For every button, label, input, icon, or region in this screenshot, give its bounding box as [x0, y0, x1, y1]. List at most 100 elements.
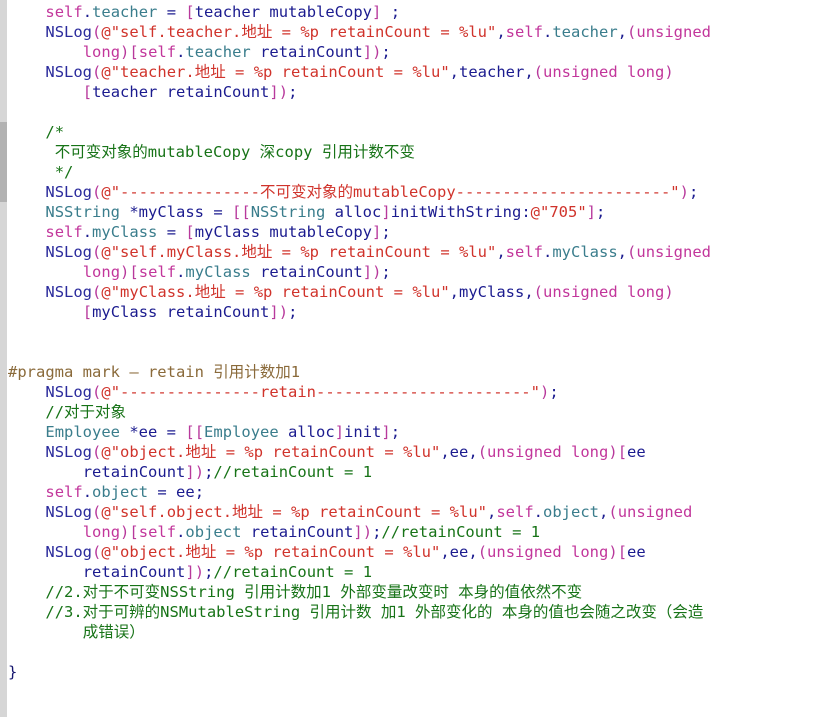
code-token-plain: retainCount — [82, 563, 186, 581]
code-token-punct: [ — [129, 263, 139, 281]
code-token-plain: init — [344, 423, 382, 441]
code-token-punct: [ — [82, 303, 93, 321]
code-token-fn: NSLog — [45, 243, 93, 261]
code-line[interactable]: Employee *ee = [[Employee alloc]init]; — [0, 422, 837, 442]
code-line[interactable]: long)[self.teacher retainCount]); — [0, 42, 837, 62]
code-token-plain: , — [468, 443, 478, 461]
code-line[interactable]: /* — [0, 122, 837, 142]
code-token-kw: self — [45, 483, 83, 501]
code-line[interactable]: [teacher retainCount]); — [0, 82, 837, 102]
code-token-plain: alloc — [325, 203, 382, 221]
code-token-plain: ; — [390, 423, 401, 441]
code-line[interactable]: NSLog(@"---------------retain-----------… — [0, 382, 837, 402]
code-line[interactable]: long)[self.object retainCount]);//retain… — [0, 522, 837, 542]
code-line[interactable]: retainCount]);//retainCount = 1 — [0, 562, 837, 582]
code-token-plain: . — [176, 523, 186, 541]
code-token-punct: ) — [679, 183, 689, 201]
code-token-type: myClass — [552, 243, 618, 261]
code-editor[interactable]: self.teacher = [teacher mutableCopy] ; NS… — [0, 0, 837, 717]
code-token-plain: teacher — [194, 3, 261, 21]
code-token-cmt: 成错误） — [82, 623, 145, 641]
code-line[interactable]: } — [0, 662, 837, 682]
code-line[interactable]: //2.对于不可变NSString 引用计数加1 外部变量改变时 本身的值依然不… — [0, 582, 837, 602]
code-token-pre: #pragma mark – retain 引用计数加1 — [8, 363, 301, 381]
code-token-plain: retainCount — [82, 463, 186, 481]
code-line[interactable]: 不可变对象的mutableCopy 深copy 引用计数不变 — [0, 142, 837, 162]
code-text-area[interactable]: self.teacher = [teacher mutableCopy] ; NS… — [0, 0, 837, 717]
code-line[interactable]: NSLog(@"object.地址 = %p retainCount = %lu… — [0, 542, 837, 562]
code-token-cmt: //3.对于可辨的NSMutableString 引用计数 加1 外部变化的 本… — [45, 603, 704, 621]
code-line[interactable]: long)[self.myClass retainCount]); — [0, 262, 837, 282]
code-token-str: @"---------------retain-----------------… — [101, 383, 540, 401]
code-line[interactable]: //对于对象 — [0, 402, 837, 422]
code-line[interactable] — [0, 322, 837, 342]
code-line[interactable]: NSLog(@"---------------不可变对象的mutableCopy… — [0, 182, 837, 202]
code-token-plain: , — [440, 443, 450, 461]
code-token-plain: , — [496, 243, 506, 261]
code-token-str: @"705" — [530, 203, 587, 221]
code-line[interactable]: self.object = ee; — [0, 482, 837, 502]
code-line[interactable]: //3.对于可辨的NSMutableString 引用计数 加1 外部变化的 本… — [0, 602, 837, 622]
code-line[interactable] — [0, 342, 837, 362]
code-token-type: teacher — [92, 3, 158, 21]
code-token-kw: self — [138, 523, 177, 541]
code-token-cmt: //retainCount = 1 — [213, 563, 373, 581]
code-line[interactable]: NSLog(@"self.myClass.地址 = %p retainCount… — [0, 242, 837, 262]
code-token-punct: ( — [92, 543, 102, 561]
code-token-punct: ) — [608, 543, 618, 561]
code-token-plain: , — [449, 283, 459, 301]
code-token-punct: ] — [381, 203, 391, 221]
code-token-punct: ] — [269, 83, 279, 101]
code-line[interactable]: NSLog(@"object.地址 = %p retainCount = %lu… — [0, 442, 837, 462]
code-line[interactable]: self.teacher = [teacher mutableCopy] ; — [0, 2, 837, 22]
code-token-kw: self — [138, 43, 177, 61]
code-token-plain: = — [157, 3, 186, 21]
code-token-kw: long — [82, 523, 121, 541]
code-token-type: teacher — [185, 43, 251, 61]
code-line[interactable]: #pragma mark – retain 引用计数加1 — [0, 362, 837, 382]
code-token-plain: . — [176, 263, 186, 281]
code-token-plain: *ee = — [120, 423, 186, 441]
code-line[interactable]: 成错误） — [0, 622, 837, 642]
code-token-plain: , — [486, 503, 497, 521]
code-line[interactable]: NSString *myClass = [[NSString alloc]ini… — [0, 202, 837, 222]
code-token-kw: unsigned long — [487, 543, 609, 561]
code-token-punct: ) — [539, 383, 550, 401]
code-token-plain: *myClass = — [120, 203, 232, 221]
code-token-type: Employee — [45, 423, 121, 441]
code-line[interactable]: self.myClass = [myClass mutableCopy]; — [0, 222, 837, 242]
code-token-punct: ] — [334, 423, 345, 441]
code-line[interactable]: [myClass retainCount]); — [0, 302, 837, 322]
code-line[interactable] — [0, 642, 837, 662]
code-token-type: object — [543, 503, 599, 521]
code-token-kw: long — [82, 263, 121, 281]
code-token-punct: [ — [617, 443, 628, 461]
code-token-plain: ee — [449, 543, 469, 561]
code-token-punct: ] — [381, 423, 391, 441]
code-token-punct: ( — [92, 183, 102, 201]
code-token-plain: , — [496, 23, 506, 41]
code-line[interactable]: NSLog(@"myClass.地址 = %p retainCount = %l… — [0, 282, 837, 302]
code-token-punct: ( — [477, 543, 488, 561]
code-line[interactable]: NSLog(@"self.object.地址 = %p retainCount … — [0, 502, 837, 522]
code-line[interactable] — [0, 102, 837, 122]
code-token-plain: ; — [381, 3, 401, 21]
code-token-punct: ] — [362, 263, 373, 281]
code-line[interactable]: */ — [0, 162, 837, 182]
code-token-punct: ) — [120, 43, 130, 61]
code-token-plain: ; — [204, 563, 214, 581]
code-token-punct: ( — [477, 443, 488, 461]
code-line[interactable]: NSLog(@"teacher.地址 = %p retainCount = %l… — [0, 62, 837, 82]
code-token-fn: NSLog — [45, 183, 93, 201]
code-token-plain: . — [543, 23, 553, 41]
code-line[interactable]: retainCount]);//retainCount = 1 — [0, 462, 837, 482]
code-token-plain: ee — [449, 443, 469, 461]
code-token-cmt: //retainCount = 1 — [381, 523, 541, 541]
code-token-punct: [ — [617, 543, 628, 561]
code-token-fn: NSLog — [45, 283, 93, 301]
code-token-punct: [ — [232, 203, 242, 221]
code-line[interactable]: NSLog(@"self.teacher.地址 = %p retainCount… — [0, 22, 837, 42]
code-token-plain: . — [176, 43, 186, 61]
code-token-plain: , — [468, 543, 478, 561]
code-token-punct: ( — [92, 63, 102, 81]
